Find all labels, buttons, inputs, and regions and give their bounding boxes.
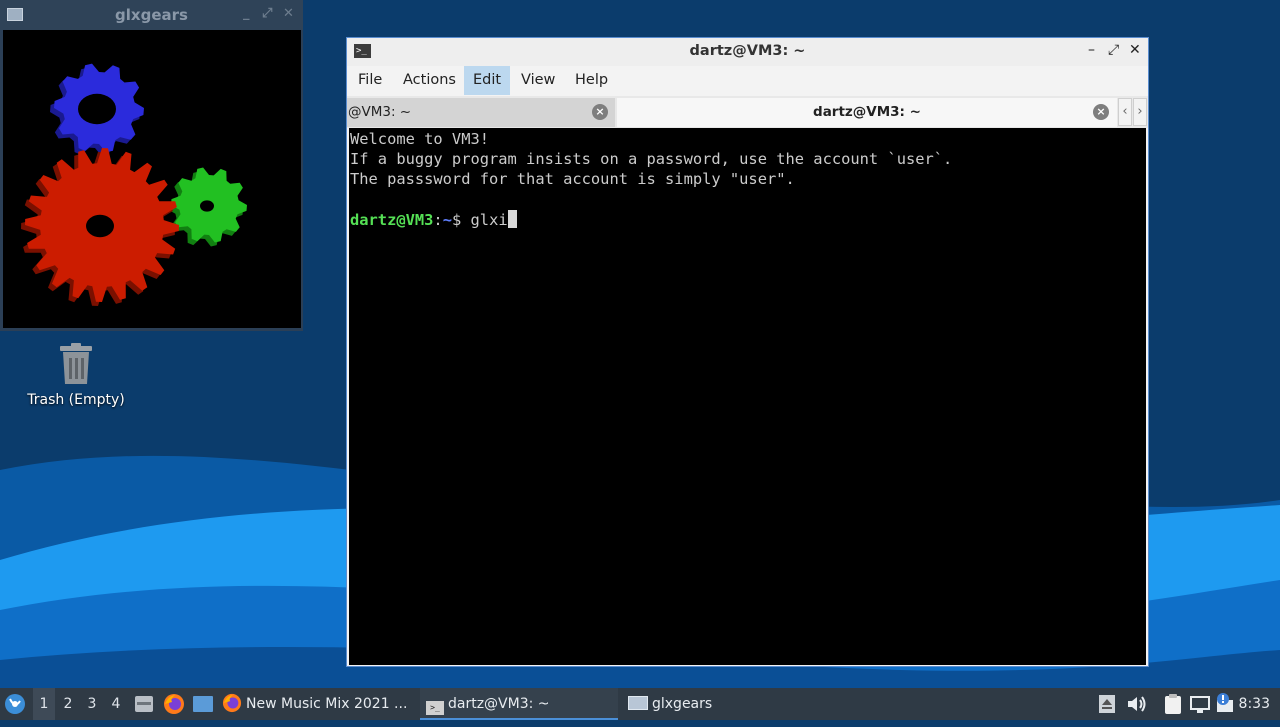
tab-label: dartz@VM3: ~: [813, 104, 921, 120]
prompt-path: ~: [442, 211, 452, 229]
close-icon[interactable]: ✕: [283, 6, 294, 21]
task-label: New Music Mix 2021 ...: [246, 696, 408, 712]
tab-scroll-right-icon[interactable]: ›: [1133, 98, 1147, 126]
output-line: Welcome to VM3!: [350, 130, 489, 148]
menu-edit[interactable]: Edit: [464, 66, 511, 95]
trash-label: Trash (Empty): [27, 392, 125, 408]
tab-label: @VM3: ~: [348, 104, 412, 120]
tab-inactive[interactable]: @VM3: ~ ×: [347, 98, 615, 127]
trash-icon: [60, 343, 92, 384]
prompt-colon: :: [433, 211, 443, 229]
file-manager-icon: [135, 696, 153, 712]
output-line: The passsword for that account is simply…: [350, 170, 795, 188]
maximize-button[interactable]: ⤢: [1108, 42, 1119, 58]
maximize-icon[interactable]: ⤢: [262, 6, 272, 21]
task-label: dartz@VM3: ~: [448, 696, 550, 712]
tab-close-icon[interactable]: ×: [1093, 104, 1109, 120]
trash-desktop-icon[interactable]: Trash (Empty): [20, 342, 132, 408]
prompt-line: dartz@VM3:~$ glxi: [350, 210, 517, 229]
desktop-icon: [193, 696, 213, 712]
network-button[interactable]: [1189, 688, 1211, 720]
volume-button[interactable]: [1126, 688, 1148, 720]
taskbar: 1 2 3 4 New Music Mix 2021 ... >_ dartz@V…: [0, 688, 1280, 720]
terminal-output[interactable]: Welcome to VM3! If a buggy program insis…: [349, 128, 1146, 665]
task-glxgears[interactable]: glxgears: [626, 688, 816, 720]
lubuntu-logo-icon: [5, 694, 25, 714]
tab-bar: @VM3: ~ × dartz@VM3: ~ × ‹ ›: [347, 96, 1148, 128]
file-manager-launcher[interactable]: [134, 688, 154, 720]
text-cursor: [507, 210, 517, 228]
close-button[interactable]: ✕: [1129, 42, 1141, 58]
workspace-1[interactable]: 1: [33, 688, 55, 720]
tray-arrow-button[interactable]: [1098, 688, 1116, 720]
firefox-launcher[interactable]: [163, 688, 185, 720]
terminal-titlebar[interactable]: >_ dartz@VM3: ~ – ⤢ ✕: [347, 38, 1148, 66]
menu-file[interactable]: File: [349, 66, 391, 95]
minimize-button[interactable]: –: [1088, 42, 1095, 58]
menu-view[interactable]: View: [512, 66, 564, 95]
volume-icon: [1128, 696, 1146, 712]
clipboard-button[interactable]: [1163, 688, 1183, 720]
terminal-title: dartz@VM3: ~: [689, 43, 806, 59]
tab-scroll-left-icon[interactable]: ‹: [1118, 98, 1132, 126]
menubar: File Actions Edit View Help: [347, 66, 1148, 96]
typed-command: glxi: [470, 211, 508, 229]
task-label: glxgears: [652, 696, 713, 712]
terminal-icon: >_: [426, 701, 444, 715]
task-firefox[interactable]: New Music Mix 2021 ...: [222, 688, 412, 720]
red-gear-hole: [86, 214, 114, 238]
prompt-user-host: dartz@VM3: [350, 211, 434, 229]
minimize-icon[interactable]: _: [243, 6, 250, 21]
firefox-icon: [164, 694, 184, 714]
show-desktop-launcher[interactable]: [192, 688, 214, 720]
window-icon: [628, 696, 648, 710]
updates-button[interactable]: [1214, 688, 1236, 720]
glxgears-window[interactable]: glxgears _ ⤢ ✕: [0, 0, 303, 331]
blue-gear-hole: [78, 93, 116, 125]
clock[interactable]: 8:33: [1239, 688, 1270, 720]
start-menu-button[interactable]: [4, 688, 28, 720]
glxgears-titlebar[interactable]: glxgears _ ⤢ ✕: [0, 0, 303, 30]
firefox-icon: [222, 693, 242, 713]
tab-active[interactable]: dartz@VM3: ~ ×: [617, 98, 1117, 127]
glxgears-title: glxgears: [115, 6, 188, 24]
task-terminal[interactable]: >_ dartz@VM3: ~: [420, 688, 618, 720]
workspace-4[interactable]: 4: [105, 688, 127, 720]
menu-actions[interactable]: Actions: [394, 66, 465, 95]
eject-icon: [1099, 695, 1115, 713]
tab-close-icon[interactable]: ×: [592, 104, 608, 120]
update-notification-icon: [1217, 693, 1233, 712]
menu-help[interactable]: Help: [566, 66, 617, 95]
clipboard-icon: [1165, 694, 1181, 714]
workspace-2[interactable]: 2: [57, 688, 79, 720]
gears-canvas: [3, 30, 301, 328]
workspace-3[interactable]: 3: [81, 688, 103, 720]
output-line: If a buggy program insists on a password…: [350, 150, 953, 168]
network-icon: [1190, 696, 1210, 713]
terminal-window[interactable]: >_ dartz@VM3: ~ – ⤢ ✕ File Actions Edit …: [346, 37, 1149, 667]
prompt-symbol: $: [451, 211, 462, 229]
green-gear-hole: [200, 200, 214, 212]
